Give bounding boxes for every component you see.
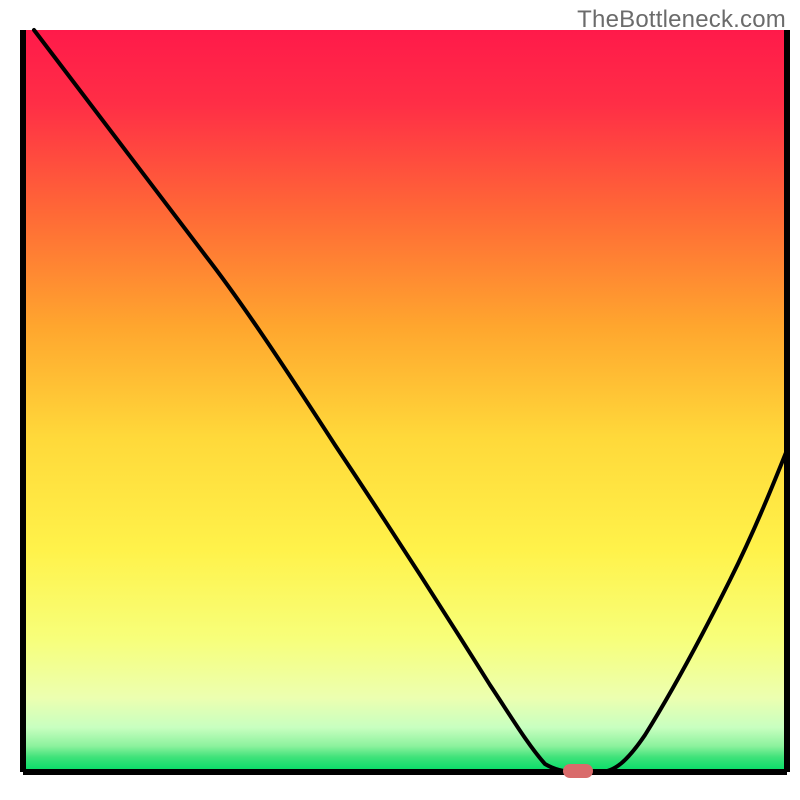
chart-container: TheBottleneck.com (0, 0, 800, 800)
optimal-marker (563, 764, 593, 778)
watermark-text: TheBottleneck.com (577, 6, 786, 34)
bottleneck-chart (0, 0, 800, 800)
chart-background-gradient (23, 30, 787, 772)
